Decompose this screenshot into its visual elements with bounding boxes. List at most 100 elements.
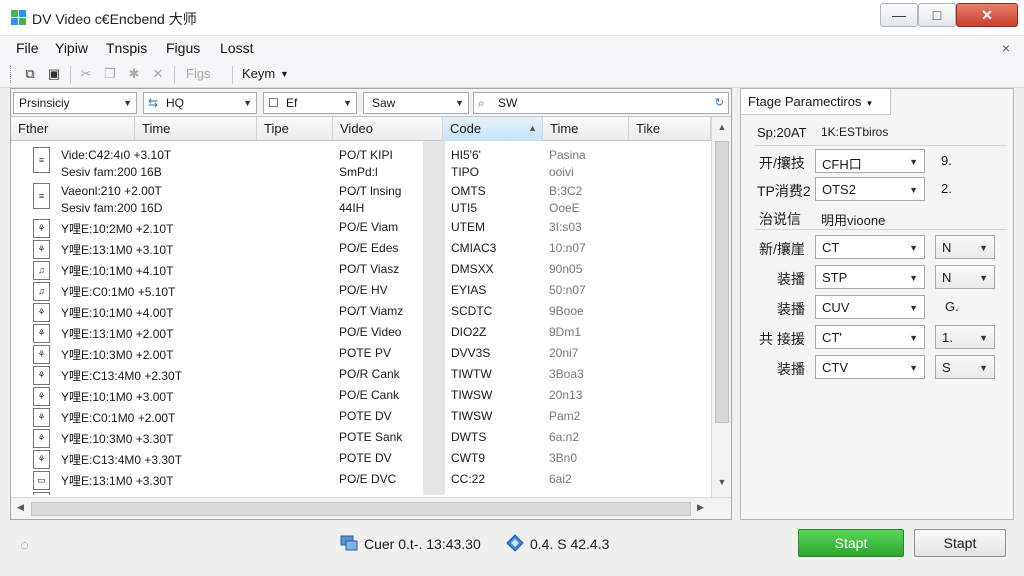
- keym-button[interactable]: Keym: [242, 66, 275, 81]
- file-list-panel: Prsinsiciy ▼ ⇆ HQ ▼ ☐ Ef ▼ Saw ▼ ⌕ SW ↻ …: [10, 88, 732, 520]
- row-code-detail: UTI5: [451, 201, 478, 215]
- column-header-video[interactable]: Video: [333, 117, 443, 141]
- column-header-time[interactable]: Time: [135, 117, 257, 141]
- horizontal-scroll-thumb[interactable]: [31, 502, 691, 516]
- tab-stage-parameters[interactable]: Ftage Paramectiros ▼: [741, 89, 891, 115]
- table-row[interactable]: ⚘ Y哩E:10:1M0 +4.00T PO/T Viamz SCDTC 9Booe: [11, 301, 711, 322]
- column-header-tike[interactable]: Tike: [629, 117, 711, 141]
- column-header-type[interactable]: Tipe: [257, 117, 333, 141]
- cut-icon[interactable]: ✂: [78, 66, 94, 82]
- row-filename: Y哩E:C13:4M0 +3.30T: [61, 453, 183, 467]
- table-row[interactable]: ⚘ Y哩E:C0:1M0 +2.00T POTE DV TIWSW Pam2: [11, 406, 711, 427]
- file-thumbnail-icon: ▭: [33, 471, 50, 490]
- param-row4-select[interactable]: STP ▼: [815, 265, 925, 289]
- row-filename: Y哩E:C0:1M0 +5.10T: [61, 285, 176, 299]
- effects-select-value: Ef: [286, 96, 298, 110]
- param-row7-small-select[interactable]: S ▼: [935, 355, 995, 379]
- grid-header: Fther Time Tipe Video Code ▲ Time Tike: [11, 117, 731, 141]
- start-button-green[interactable]: Stapt: [798, 529, 904, 557]
- effects-select[interactable]: ☐ Ef ▼: [263, 92, 357, 114]
- row-time: 3Bn0: [549, 451, 578, 465]
- scroll-right-icon[interactable]: ▶: [697, 502, 704, 513]
- table-row[interactable]: ⚘ Y哩E:10:2M0 +2.10T PO/E Viam UTEM 3I:s03: [11, 217, 711, 238]
- quality-icon: ⇆: [148, 96, 159, 110]
- horizontal-scrollbar[interactable]: ◀ ▶: [11, 497, 731, 519]
- menu-file[interactable]: File: [16, 40, 39, 56]
- param-row3-select-value: CT: [822, 240, 840, 255]
- row-code: TIWTW: [451, 367, 492, 381]
- keym-dropdown-icon[interactable]: ▼: [280, 69, 289, 79]
- param-row6-small-select[interactable]: 1. ▼: [935, 325, 995, 349]
- row-time-detail: OoeE: [549, 201, 580, 215]
- refresh-icon[interactable]: ↻: [715, 96, 724, 109]
- row-time: 9Dm1: [549, 325, 582, 339]
- search-input[interactable]: ⌕ SW ↻: [473, 92, 729, 114]
- settings-icon[interactable]: ✱: [126, 66, 142, 82]
- quality-select[interactable]: ⇆ HQ ▼: [143, 92, 257, 114]
- chevron-down-icon: ▼: [343, 98, 352, 108]
- chevron-down-icon: ▼: [909, 333, 918, 343]
- scroll-left-icon[interactable]: ◀: [17, 502, 24, 513]
- param-row6-select[interactable]: CT' ▼: [815, 325, 925, 349]
- vertical-scrollbar[interactable]: ▲ ▼: [711, 117, 731, 497]
- menu-close-icon[interactable]: ×: [1002, 40, 1010, 56]
- status-bar: ◌ Cuer 0.t-. 13:43.30 0.4. S 42.4.3 Stap…: [0, 520, 1024, 576]
- maximize-button[interactable]: □: [918, 3, 956, 27]
- menu-tools[interactable]: Tnspis: [106, 40, 147, 56]
- table-row[interactable]: ♫ Y哩E:10:1M0 +4.10T PO/T Viasz DMSXX 90n05: [11, 259, 711, 280]
- param-row1-select-value: CFH口: [822, 157, 862, 172]
- close-button[interactable]: ✕: [956, 3, 1018, 27]
- scroll-down-icon[interactable]: ▼: [712, 477, 732, 487]
- chevron-down-icon: ▼: [909, 273, 918, 283]
- paste-icon[interactable]: ❐: [102, 66, 118, 82]
- table-row[interactable]: ⚘ Y哩E:10:3M0 +2.00T POTE PV DVV3S 20ni7: [11, 343, 711, 364]
- column-header-filter[interactable]: Fther: [11, 117, 135, 141]
- param-row3-select[interactable]: CT ▼: [815, 235, 925, 259]
- table-row[interactable]: ≡ Vaeonl:210 +2.00T PO/T lnsing OMTS B:3C2 Se…: [11, 181, 711, 221]
- start-button[interactable]: Stapt: [914, 529, 1006, 557]
- column-header-time-2[interactable]: Time: [543, 117, 629, 141]
- vertical-scroll-thumb[interactable]: [715, 141, 729, 423]
- menu-view[interactable]: Yipiw: [55, 40, 88, 56]
- file-thumbnail-icon: ⚘: [33, 219, 50, 238]
- param-row1-select[interactable]: CFH口 ▼: [815, 149, 925, 173]
- table-row[interactable]: ⚘ Y哩E:C13:4M0 +2.30T PO/R Cank TIWTW 3Boa3: [11, 364, 711, 385]
- copy-icon[interactable]: ⧉: [22, 66, 38, 82]
- param-row6-label: 共 接援: [759, 331, 805, 347]
- param-row5-select[interactable]: CUV ▼: [815, 295, 925, 319]
- table-row[interactable]: ⚘ Y哩E:13:1M0 +2.00T PO/E Video DIO2Z 9Dm1: [11, 322, 711, 343]
- minimize-button[interactable]: —: [880, 3, 918, 27]
- file-thumbnail-icon: ⚘: [33, 387, 50, 406]
- table-row[interactable]: ⚘ Y哩E:C13:4M0 +3.30T POTE DV CWT9 3Bn0: [11, 448, 711, 469]
- scroll-up-icon[interactable]: ▲: [712, 122, 732, 132]
- row-time: Pasina: [549, 148, 586, 162]
- figs-button[interactable]: Figs: [186, 66, 211, 81]
- param-row3-small-select[interactable]: N ▼: [935, 235, 995, 259]
- column-header-code[interactable]: Code ▲: [443, 117, 543, 141]
- table-row[interactable]: ▭ Y哩E:13:1M0 +3.30T PO/E DVC CC:22 6ai2: [11, 469, 711, 490]
- clear-icon[interactable]: ✕: [150, 66, 166, 82]
- profile-select[interactable]: Prsinsiciy ▼: [13, 92, 137, 114]
- chevron-down-icon: ▼: [909, 363, 918, 373]
- table-row[interactable]: ⚘ Y哩E:10:1M0 +3.00T PO/E Cank TIWSW 20n13: [11, 385, 711, 406]
- table-row[interactable]: ▭ Y哩E:13:1M0 +4.30T PO/E PV CWT0 2Bn2: [11, 490, 711, 495]
- param-row4-small-select[interactable]: N ▼: [935, 265, 995, 289]
- toolbar-grip[interactable]: [10, 65, 13, 83]
- row-filename: Vaeonl:210 +2.00T: [61, 184, 162, 198]
- saw-select[interactable]: Saw ▼: [363, 92, 469, 114]
- table-row[interactable]: ⚘ Y哩E:10:3M0 +3.30T POTE Sank DWTS 6a:n2: [11, 427, 711, 448]
- row-filename: Y哩E:10:3M0 +2.00T: [61, 348, 174, 362]
- table-row[interactable]: ♫ Y哩E:C0:1M0 +5.10T PO/E HV EYIAS 50:n07: [11, 280, 711, 301]
- menu-last[interactable]: Losst: [220, 40, 253, 56]
- row-filename: Y哩E:13:1M0 +3.10T: [61, 243, 174, 257]
- table-row[interactable]: ≡ Vide:C42:4ı0 +3.10T PO/T KIPI HI5'6' Pasin…: [11, 145, 711, 185]
- row-video: POTE DV: [339, 409, 392, 423]
- filter-bar: Prsinsiciy ▼ ⇆ HQ ▼ ☐ Ef ▼ Saw ▼ ⌕ SW ↻: [11, 89, 731, 117]
- save-icon[interactable]: ▣: [46, 66, 62, 82]
- row-time: 90n05: [549, 262, 583, 276]
- table-row[interactable]: ⚘ Y哩E:13:1M0 +3.10T PO/E Edes CMIAC3 10:n07: [11, 238, 711, 259]
- param-row2-select[interactable]: OTS2 ▼: [815, 177, 925, 201]
- param-row7-select[interactable]: CTV ▼: [815, 355, 925, 379]
- param-row7-label: 装播: [777, 361, 805, 377]
- menu-figures[interactable]: Figus: [166, 40, 200, 56]
